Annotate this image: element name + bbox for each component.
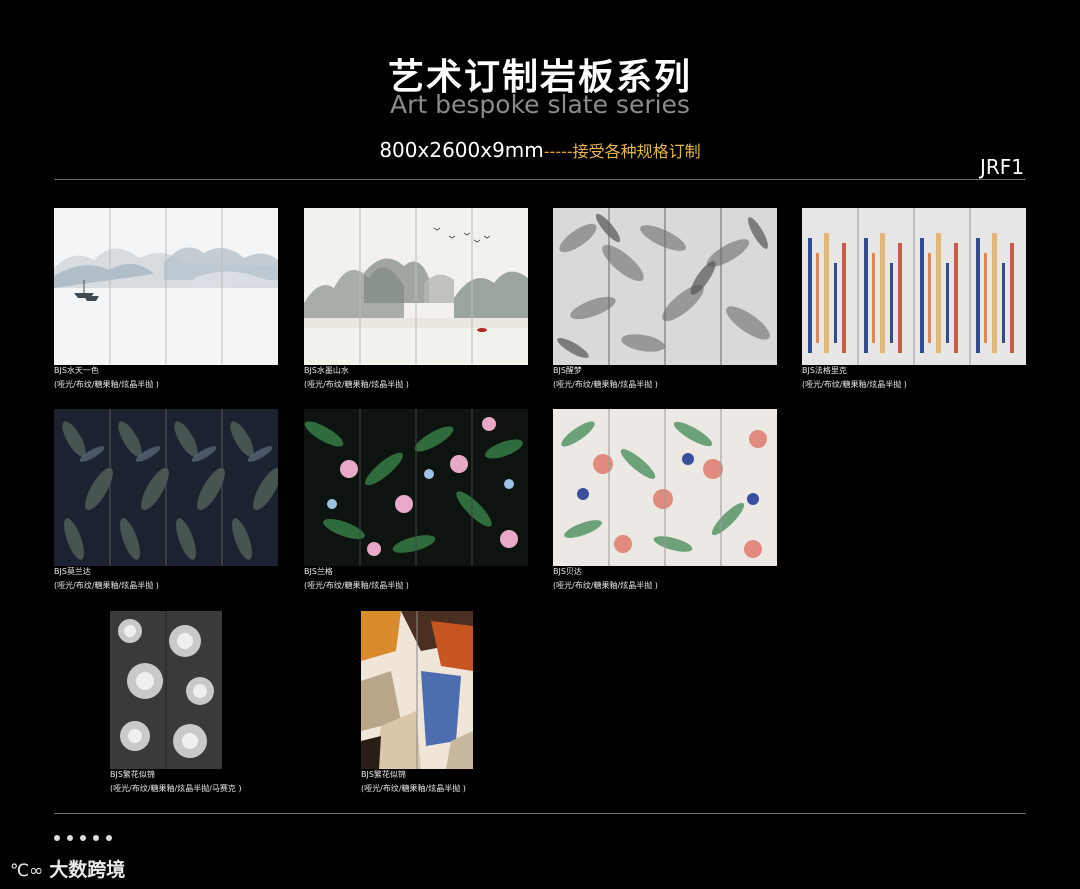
product-finish: (哑光/布纹/糖果釉/炫晶半抛 ): [54, 581, 159, 590]
pagination-dots: [54, 826, 119, 845]
product-image: [304, 409, 528, 566]
product-name: BJS兰格: [304, 567, 333, 576]
watermark-text: 大数跨境: [49, 859, 126, 881]
product-image: [54, 208, 278, 365]
product-finish: (哑光/布纹/糖果釉/炫晶半抛 ): [54, 380, 159, 389]
series-code: JRF1: [979, 155, 1024, 179]
product-finish: (哑光/布纹/糖果釉/炫晶半抛 ): [553, 581, 658, 590]
product-name: BJS醒梦: [553, 366, 582, 375]
product-finish: (哑光/布纹/糖果釉/炫晶半抛/马赛克 ): [110, 784, 242, 793]
product-finish: (哑光/布纹/糖果釉/炫晶半抛 ): [304, 380, 409, 389]
product-image: [802, 208, 1026, 365]
product-finish: (哑光/布纹/糖果釉/炫晶半抛 ): [361, 784, 466, 793]
product-image: [110, 611, 222, 769]
product-finish: (哑光/布纹/糖果釉/炫晶半抛 ): [553, 380, 658, 389]
product-image: [361, 611, 473, 769]
header-divider: [54, 179, 1026, 180]
product-name: BJS繁花似锦: [361, 770, 406, 779]
spec-dashes: -----: [543, 142, 573, 161]
watermark: ℃∞ 大数跨境: [10, 855, 125, 882]
product-finish: (哑光/布纹/糖果釉/炫晶半抛 ): [802, 380, 907, 389]
dot-icon: [106, 835, 112, 841]
spec-line: 800x2600x9mm-----接受各种规格订制: [0, 138, 1080, 162]
slab-size: 800x2600x9mm: [379, 138, 544, 162]
product-image: [304, 208, 528, 365]
product-image: [553, 409, 777, 566]
product-image: [553, 208, 777, 365]
product-finish: (哑光/布纹/糖果釉/炫晶半抛 ): [304, 581, 409, 590]
watermark-logo-icon: ℃∞: [10, 861, 44, 881]
product-name: BJS水墨山水: [304, 366, 349, 375]
page-subtitle: Art bespoke slate series: [390, 90, 690, 119]
product-name: BJS贝达: [553, 567, 582, 576]
footer-divider: [54, 813, 1026, 814]
custom-size-note: 接受各种规格订制: [572, 142, 701, 161]
product-image: [54, 409, 278, 566]
product-name: BJS繁花似锦: [110, 770, 155, 779]
dot-icon: [67, 835, 73, 841]
product-name: BJS莫兰达: [54, 567, 91, 576]
dot-icon: [80, 835, 86, 841]
product-name: BJS法格里克: [802, 366, 847, 375]
dot-icon: [54, 835, 60, 841]
product-name: BJS水天一色: [54, 366, 99, 375]
dot-icon: [93, 835, 99, 841]
